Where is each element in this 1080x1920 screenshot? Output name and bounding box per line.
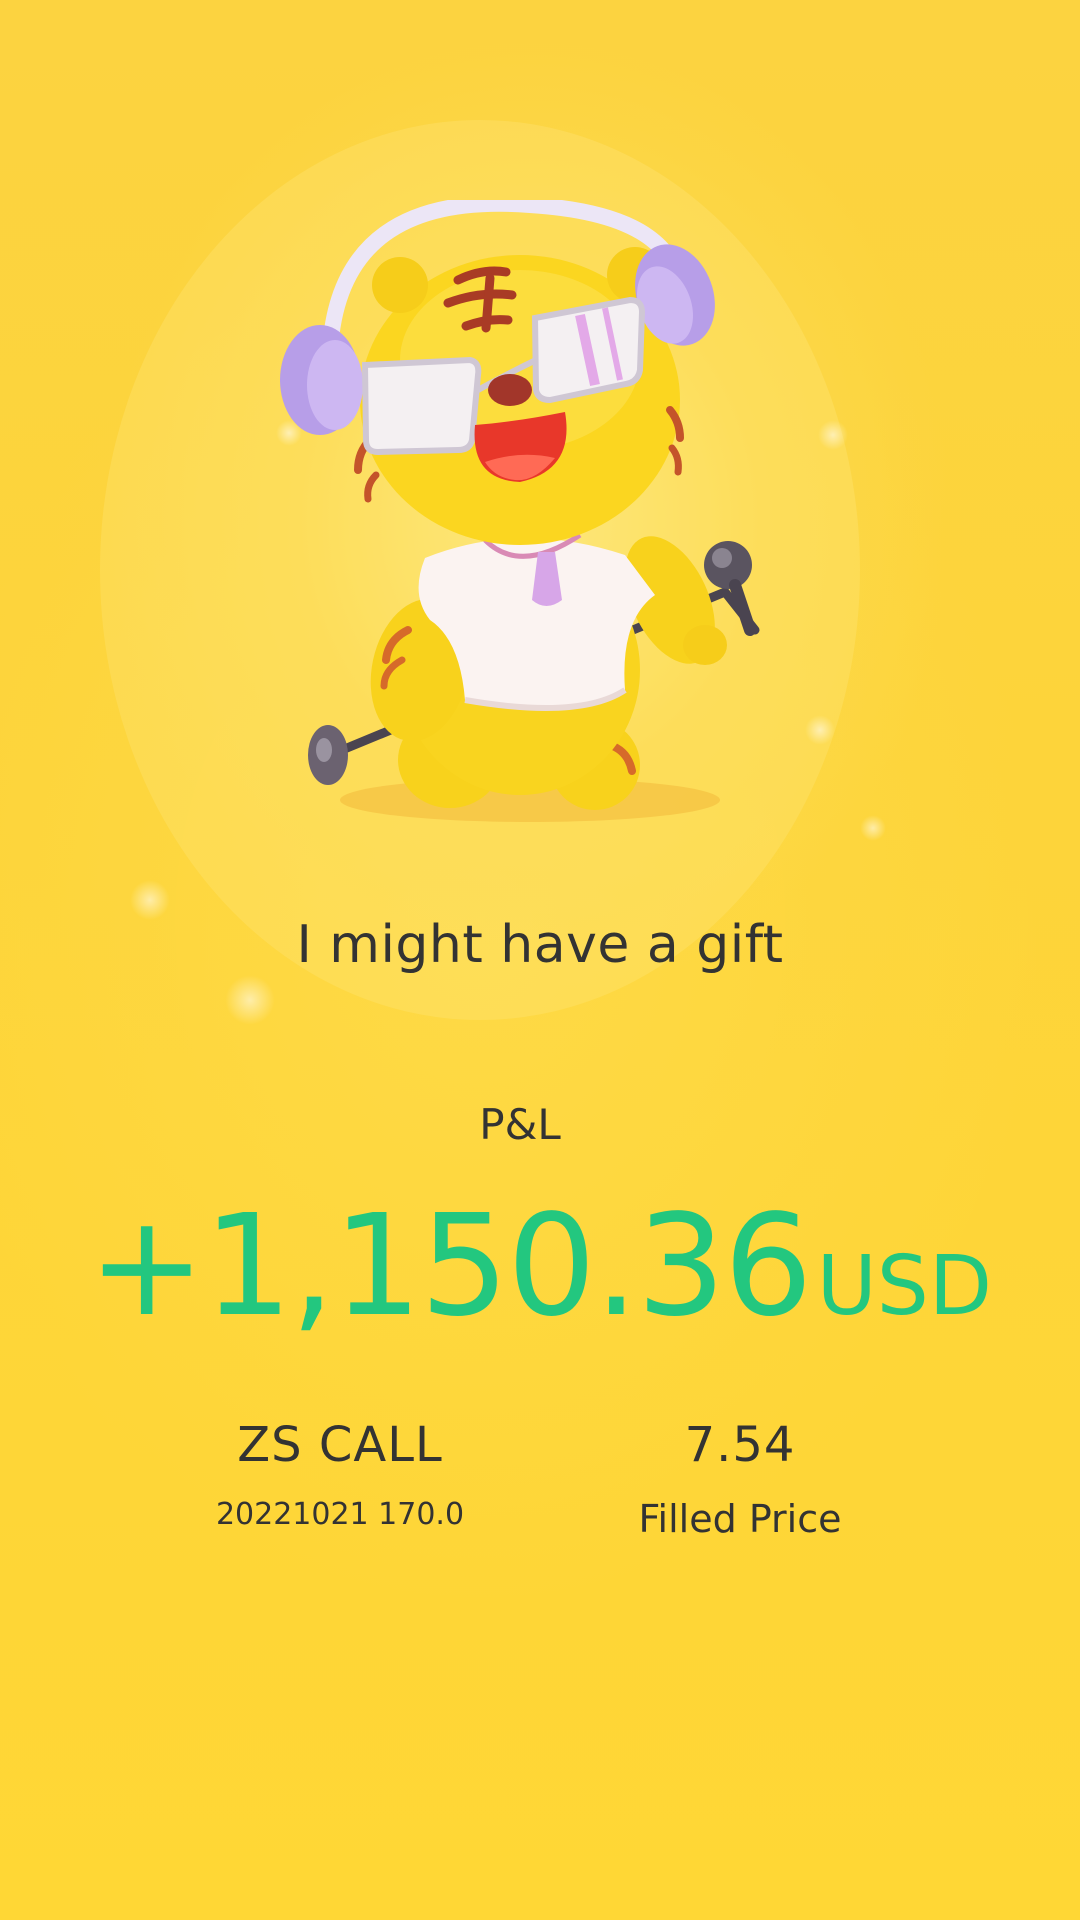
fill-block: 7.54 Filled Price (560, 1415, 920, 1541)
sparkle-dot (860, 815, 886, 841)
filled-price-value: 7.54 (684, 1417, 796, 1473)
tiger-mascot-icon (280, 200, 760, 822)
instrument-block: ZS CALL 20221021 170.0 (160, 1415, 520, 1533)
filled-price-label: Filled Price (638, 1497, 842, 1541)
sparkle-dot (130, 880, 170, 920)
sparkle-dot (225, 975, 275, 1025)
sparkle-dot (805, 715, 835, 745)
pnl-currency: USD (816, 1239, 992, 1334)
pnl-value: +1,150.36USD (0, 1185, 1080, 1348)
instrument-symbol: ZS CALL (237, 1417, 443, 1473)
gift-headline: I might have a gift (296, 915, 784, 975)
instrument-contract: 20221021 170.0 (215, 1497, 465, 1532)
pnl-amount: +1,150.36 (88, 1185, 813, 1348)
sparkle-dot (818, 420, 848, 450)
pnl-label: P&L (479, 1100, 561, 1149)
